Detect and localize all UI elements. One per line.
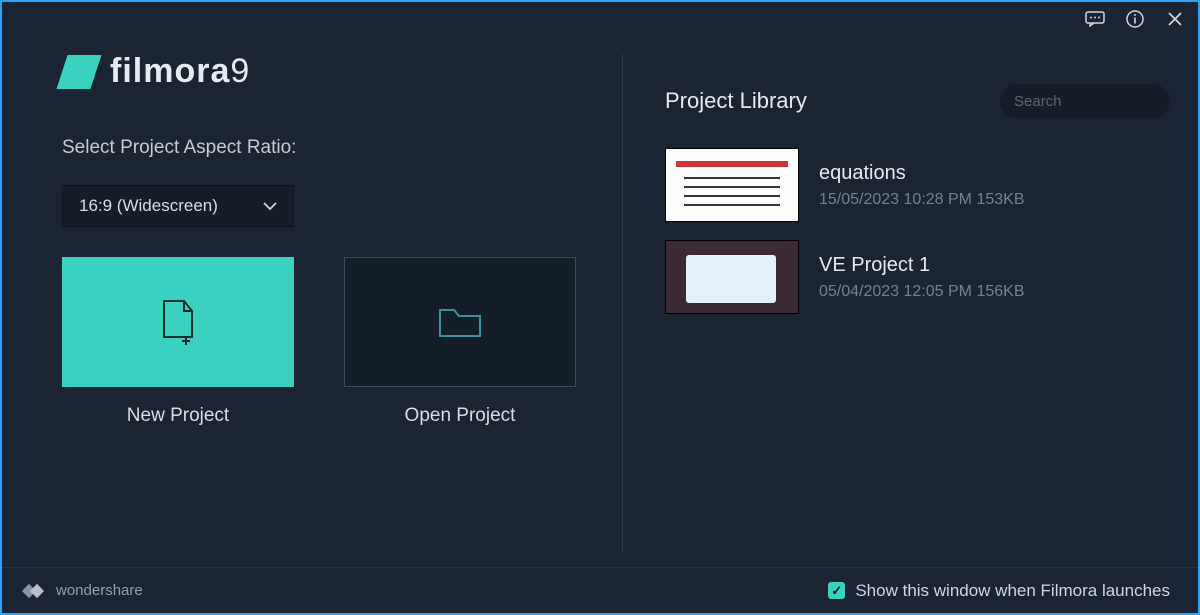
new-project-label: New Project bbox=[127, 405, 229, 427]
app-logo: filmora9 bbox=[62, 52, 582, 91]
vendor-brand: wondershare bbox=[24, 582, 143, 599]
checkbox-checked-icon: ✓ bbox=[828, 582, 845, 599]
show-on-launch-toggle[interactable]: ✓ Show this window when Filmora launches bbox=[828, 581, 1170, 601]
vendor-label: wondershare bbox=[56, 582, 143, 599]
project-list: equations 15/05/2023 10:28 PM 153KB VE P… bbox=[665, 148, 1170, 314]
aspect-ratio-select[interactable]: 16:9 (Widescreen) bbox=[62, 185, 294, 227]
open-project-button[interactable] bbox=[344, 257, 576, 387]
project-name: VE Project 1 bbox=[819, 254, 1025, 277]
project-meta: 15/05/2023 10:28 PM 153KB bbox=[819, 191, 1025, 209]
project-item[interactable]: VE Project 1 05/04/2023 12:05 PM 156KB bbox=[665, 240, 1170, 314]
open-project-label: Open Project bbox=[405, 405, 516, 427]
library-title: Project Library bbox=[665, 88, 807, 114]
folder-icon bbox=[437, 304, 483, 340]
search-box[interactable] bbox=[1000, 84, 1170, 118]
feedback-icon[interactable] bbox=[1084, 8, 1106, 30]
project-thumbnail bbox=[665, 148, 799, 222]
project-thumbnail bbox=[665, 240, 799, 314]
main-content: filmora9 Select Project Aspect Ratio: 16… bbox=[2, 2, 1198, 613]
logo-icon bbox=[56, 55, 101, 89]
close-icon[interactable] bbox=[1164, 8, 1186, 30]
project-info: VE Project 1 05/04/2023 12:05 PM 156KB bbox=[819, 254, 1025, 301]
window-controls bbox=[1084, 8, 1186, 30]
aspect-ratio-label: Select Project Aspect Ratio: bbox=[62, 137, 582, 159]
project-library-panel: Project Library equations 15/05/2023 10:… bbox=[622, 54, 1198, 553]
library-header: Project Library bbox=[665, 84, 1170, 118]
new-file-icon bbox=[158, 299, 198, 345]
left-panel: filmora9 Select Project Aspect Ratio: 16… bbox=[2, 32, 622, 613]
wondershare-icon bbox=[24, 583, 46, 599]
project-info: equations 15/05/2023 10:28 PM 153KB bbox=[819, 162, 1025, 209]
aspect-ratio-value: 16:9 (Widescreen) bbox=[79, 196, 218, 216]
project-item[interactable]: equations 15/05/2023 10:28 PM 153KB bbox=[665, 148, 1170, 222]
search-input[interactable] bbox=[1014, 93, 1200, 110]
project-actions: New Project Open Project bbox=[62, 257, 582, 427]
project-meta: 05/04/2023 12:05 PM 156KB bbox=[819, 283, 1025, 301]
info-icon[interactable] bbox=[1124, 8, 1146, 30]
logo-text: filmora9 bbox=[110, 52, 250, 91]
new-project-button[interactable] bbox=[62, 257, 294, 387]
show-on-launch-label: Show this window when Filmora launches bbox=[855, 581, 1170, 601]
project-name: equations bbox=[819, 162, 1025, 185]
chevron-down-icon bbox=[263, 196, 277, 216]
footer: wondershare ✓ Show this window when Film… bbox=[2, 567, 1198, 613]
